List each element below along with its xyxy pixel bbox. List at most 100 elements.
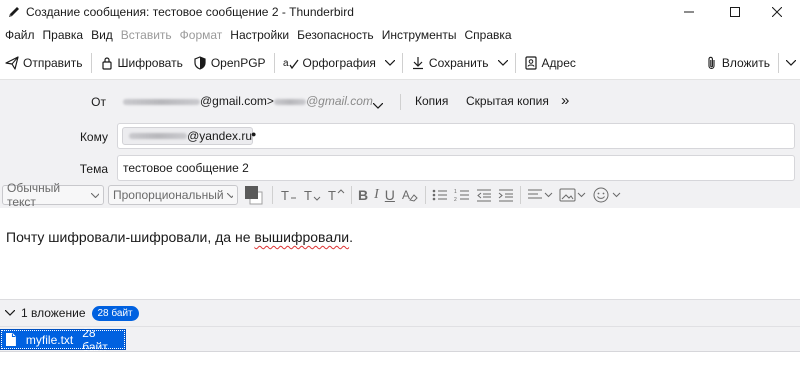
address-book-button[interactable]: Адрес [519,50,581,76]
to-field[interactable]: @yandex.ru ● [117,123,795,149]
header-separator [400,94,401,110]
save-label: Сохранить [428,55,489,70]
minimize-button[interactable] [666,0,712,24]
recipient-address: @yandex.ru [187,129,252,143]
indent-button[interactable] [498,184,514,206]
status-bar [0,351,800,368]
menu-security[interactable]: Безопасность [294,28,379,42]
from-address[interactable]: @gmail.com> [200,94,274,108]
paragraph-format-select[interactable]: Обычный текст [2,181,104,209]
bold-icon: B [358,187,369,203]
menu-file[interactable]: Файл [2,28,40,42]
file-icon [6,333,16,346]
bcc-button[interactable]: Скрытая копия [466,94,549,108]
insert-emoji-button[interactable] [593,184,623,206]
encrypt-button[interactable]: Шифровать [95,50,188,76]
smiley-icon [593,187,621,203]
attach-button[interactable]: Вложить [701,50,775,76]
menu-help[interactable]: Справка [462,28,517,42]
subject-label: Тема [79,162,108,176]
align-button[interactable] [527,184,553,206]
numbered-list-button[interactable]: 12 [454,184,470,206]
address-book-icon [524,55,537,70]
font-size-larger-button[interactable]: T [327,184,345,206]
underline-icon: U [384,187,395,203]
font-size-smaller2-button[interactable]: T [303,184,321,206]
text-color-picker[interactable] [244,184,266,206]
menu-options[interactable]: Настройки [227,28,294,42]
font-size-smaller-button[interactable]: T [279,184,297,206]
send-label: Отправить [23,55,83,70]
indent-icon [498,189,513,202]
menu-format[interactable]: Формат [177,28,228,42]
attachment-size: 28 байт [82,325,108,354]
subject-field[interactable]: тестовое сообщение 2 [117,155,795,181]
attach-dropdown[interactable] [782,50,800,76]
from-alias[interactable]: @gmail.com [306,94,373,108]
chevron-down-icon [497,59,508,66]
underline-button[interactable]: U [385,184,395,206]
menu-insert[interactable]: Вставить [118,28,177,42]
download-icon [412,56,423,69]
send-icon [5,55,19,70]
font-smaller-arrow-icon: T [304,188,321,203]
attachment-name: myfile.txt [25,332,74,347]
toolbar-separator [514,52,516,73]
title-bar: Создание сообщения: тестовое сообщение 2… [0,0,800,24]
save-button[interactable]: Сохранить [406,50,494,76]
bullet-list-icon [432,189,447,201]
menu-bar: Файл Правка Вид Вставить Формат Настройк… [0,24,800,46]
insert-image-button[interactable] [559,184,587,206]
shield-icon [194,55,206,70]
attachment-header[interactable]: 1 вложение 28 байт [0,299,800,326]
body-text: Почту шифровали-шифровали, да не вышифро… [6,229,353,245]
spelling-button[interactable]: a Орфография [278,50,381,76]
toolbar-separator [273,52,275,73]
outdent-button[interactable] [476,184,492,206]
chevron-down-icon[interactable] [5,310,15,316]
bold-button[interactable]: B [358,184,368,206]
font-select[interactable]: Пропорциональный [108,185,238,205]
more-headers-button[interactable]: » [561,92,569,109]
compose-toolbar: Отправить Шифровать OpenPGP a Орфография… [0,46,800,80]
font-value: Пропорциональный [113,188,224,202]
menu-edit[interactable]: Правка [40,28,89,42]
cc-button[interactable]: Копия [415,94,448,108]
recipient-pill[interactable]: @yandex.ru ● [122,127,257,145]
outdent-icon [476,189,491,202]
format-separator [272,186,273,204]
encrypt-label: Шифровать [117,55,183,70]
from-label: От [91,95,106,109]
redacted-text [129,133,188,139]
svg-text:A: A [402,188,410,202]
dot-icon: ● [251,129,257,139]
bullet-list-button[interactable] [432,184,448,206]
toolbar-separator [90,52,92,73]
format-separator [519,186,521,204]
send-button[interactable]: Отправить [0,50,88,76]
clear-formatting-button[interactable]: A [401,184,419,206]
attachment-size-badge: 28 байт [91,305,139,321]
save-dropdown[interactable] [494,50,512,76]
toolbar-separator [401,52,403,73]
openpgp-label: OpenPGP [210,55,266,70]
menu-view[interactable]: Вид [88,28,118,42]
misspelled-word[interactable]: вышифровали [254,229,349,245]
italic-icon: I [374,187,379,202]
svg-text:a: a [283,58,289,69]
attachment-item[interactable]: myfile.txt 28 байт [0,326,126,354]
chevron-down-icon [226,192,233,198]
to-label: Кому [79,130,108,144]
openpgp-button[interactable]: OpenPGP [188,50,271,76]
menu-tools[interactable]: Инструменты [379,28,462,42]
maximize-button[interactable] [712,0,758,24]
redacted-text [123,99,200,105]
from-dropdown[interactable] [372,98,384,112]
redacted-text [274,99,306,105]
spelling-dropdown[interactable] [381,50,399,76]
close-button[interactable] [754,0,800,24]
message-body[interactable]: Почту шифровали-шифровали, да не вышифро… [0,208,800,299]
italic-button[interactable]: I [374,184,379,206]
attachment-count: 1 вложение [21,306,86,320]
compose-headers: От @gmail.com> @gmail.com Копия Скрытая … [0,80,800,182]
